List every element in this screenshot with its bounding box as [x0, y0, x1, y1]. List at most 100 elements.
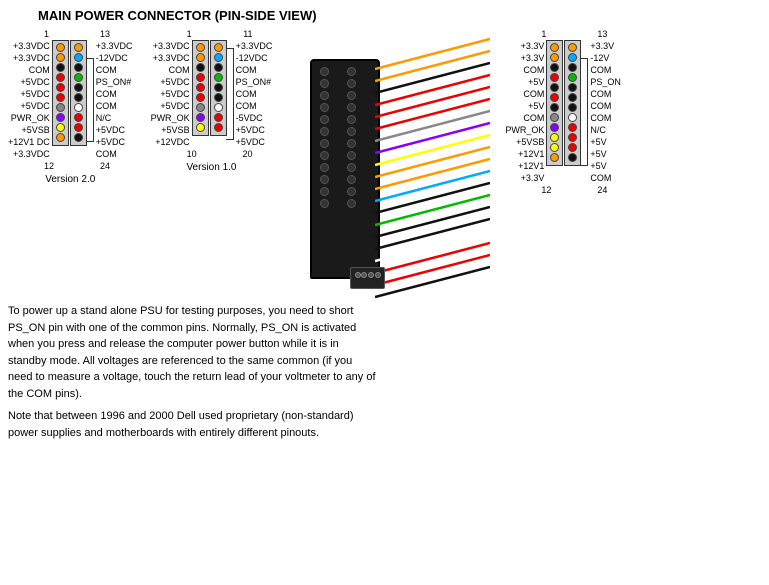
v30-rl-5: COM — [590, 100, 621, 112]
v30-pins-left — [546, 40, 563, 166]
pin — [196, 93, 205, 102]
pin — [214, 93, 223, 102]
pin — [74, 43, 83, 52]
v30-ll-6: COM — [505, 112, 544, 124]
pin — [196, 63, 205, 72]
pin — [568, 113, 577, 122]
pin — [74, 133, 83, 142]
pin — [56, 53, 65, 62]
v30-rl-7: N/C — [590, 124, 621, 136]
v20-left-labels: +3.3VDC +3.3VDC COM +5VDC +5VDC +5VDC PW… — [8, 40, 52, 160]
v20-num-bot-left: 12 — [44, 161, 54, 171]
v30-num-top-right: 13 — [597, 29, 607, 39]
pin — [550, 133, 559, 142]
v30-ll-11: +3.3V — [505, 172, 544, 184]
v10-pins-left — [192, 40, 209, 136]
pin-holes — [312, 61, 378, 214]
pin — [568, 153, 577, 162]
v20-rl-2: COM — [96, 64, 133, 76]
pin — [56, 113, 65, 122]
pin — [568, 83, 577, 92]
v10-diagram: 1 11 +3.3VDC +3.3VDC COM +5VDC +5VDC +5V… — [151, 29, 273, 173]
v30-rl-2: COM — [590, 64, 621, 76]
pin — [568, 103, 577, 112]
v30-ll-8: +5VSB — [505, 136, 544, 148]
v30-rl-6: COM — [590, 112, 621, 124]
v10-ll-2: COM — [151, 64, 190, 76]
v30-rl-10: +5V — [590, 160, 621, 172]
v20-rl-4: COM — [96, 88, 133, 100]
pin — [56, 123, 65, 132]
v20-ll-0: +3.3VDC — [8, 40, 50, 52]
pin — [568, 93, 577, 102]
page-container: MAIN POWER CONNECTOR (PIN-SIDE VIEW) 1 1… — [0, 0, 769, 585]
pin — [568, 133, 577, 142]
v20-num-top-right: 13 — [100, 29, 110, 39]
pin — [196, 73, 205, 82]
v30-rl-8: +5V — [590, 136, 621, 148]
v30-ll-2: COM — [505, 64, 544, 76]
v20-ll-9: +3.3VDC — [8, 148, 50, 160]
v10-num-top-right: 11 — [243, 29, 252, 39]
v30-ll-10: +12V1 — [505, 160, 544, 172]
v30-num-bot-right: 24 — [597, 185, 607, 195]
pin — [568, 73, 577, 82]
page-title: MAIN POWER CONNECTOR (PIN-SIDE VIEW) — [38, 8, 761, 23]
v20-pins-left — [52, 40, 69, 146]
v20-rl-5: COM — [96, 100, 133, 112]
pin — [56, 103, 65, 112]
pin — [56, 73, 65, 82]
v30-rl-1: -12V — [590, 52, 621, 64]
v10-pin-body — [192, 40, 227, 136]
v10-pins-right — [210, 40, 227, 136]
v10-num-bot-right: 20 — [243, 149, 253, 159]
v20-num-bot-right: 24 — [100, 161, 110, 171]
v20-rl-1: -12VDC — [96, 52, 133, 64]
v20-rl-8: +5VDC — [96, 136, 133, 148]
v20-diagram: 1 13 +3.3VDC +3.3VDC COM +5VDC +5VDC +5V… — [8, 29, 133, 185]
v30-ll-9: +12V1 — [505, 148, 544, 160]
pin — [214, 63, 223, 72]
atx-connector-body — [310, 59, 380, 279]
v20-ll-5: +5VDC — [8, 100, 50, 112]
pin — [550, 43, 559, 52]
v10-rl-4: COM — [236, 88, 273, 100]
v30-bracket — [580, 58, 588, 166]
v10-rl-6: -5VDC — [236, 112, 273, 124]
v10-right-labels: +3.3VDC -12VDC COM PS_ON# COM COM -5VDC … — [234, 40, 273, 148]
pin — [214, 73, 223, 82]
pin — [74, 93, 83, 102]
v10-left-labels: +3.3VDC +3.3VDC COM +5VDC +5VDC +5VDC PW… — [151, 40, 192, 148]
v20-rl-6: N/C — [96, 112, 133, 124]
pin — [74, 123, 83, 132]
pin — [214, 43, 223, 52]
pin — [196, 53, 205, 62]
description-text: To power up a stand alone PSU for testin… — [8, 303, 378, 441]
pin — [56, 133, 65, 142]
v20-ll-7: +5VSB — [8, 124, 50, 136]
v10-ll-5: +5VDC — [151, 100, 190, 112]
v30-ll-0: +3.3V — [505, 40, 544, 52]
pin — [550, 153, 559, 162]
diagrams-area: 1 13 +3.3VDC +3.3VDC COM +5VDC +5VDC +5V… — [8, 29, 761, 299]
v10-ll-7: +5VSB — [151, 124, 190, 136]
pin — [196, 43, 205, 52]
v20-pins-right — [70, 40, 87, 146]
v20-num-top-left: 1 — [44, 29, 49, 39]
pin — [56, 83, 65, 92]
v10-label: Version 1.0 — [151, 162, 273, 173]
v20-ll-4: +5VDC — [8, 88, 50, 100]
v20-ll-2: COM — [8, 64, 50, 76]
v20-ll-3: +5VDC — [8, 76, 50, 88]
pin — [568, 143, 577, 152]
pin — [56, 93, 65, 102]
v30-ll-4: COM — [505, 88, 544, 100]
v30-pins-right — [564, 40, 581, 166]
v10-rl-5: COM — [236, 100, 273, 112]
v10-rl-3: PS_ON# — [236, 76, 273, 88]
v10-ll-6: PWR_OK — [151, 112, 190, 124]
v20-rl-7: +5VDC — [96, 124, 133, 136]
v10-ll-1: +3.3VDC — [151, 52, 190, 64]
pin — [550, 113, 559, 122]
pin — [74, 113, 83, 122]
